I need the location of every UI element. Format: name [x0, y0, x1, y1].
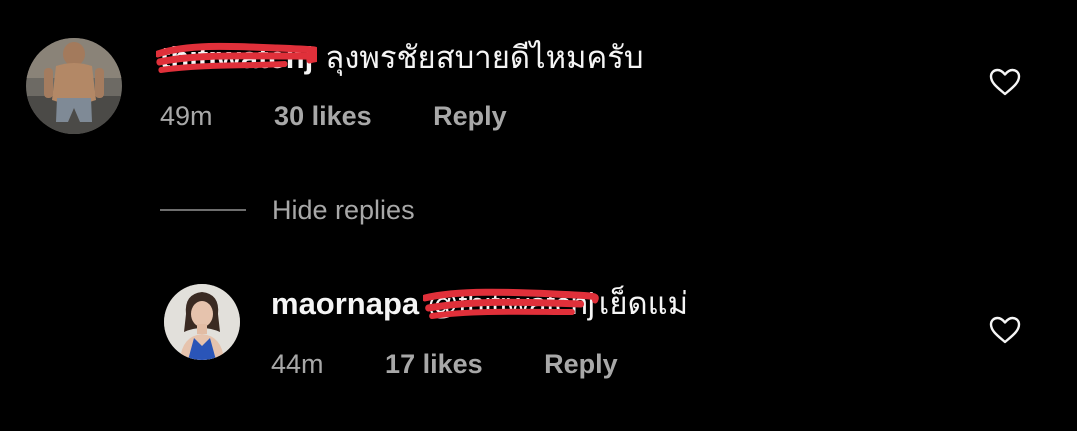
heart-outline-icon[interactable]	[988, 67, 1022, 97]
avatar[interactable]	[26, 38, 122, 134]
divider-line	[160, 209, 246, 211]
likes-count[interactable]: 17 likes	[385, 349, 483, 379]
reply-button[interactable]: Reply	[544, 349, 618, 379]
reply-username[interactable]: maornapa	[271, 286, 419, 321]
mention-redacted[interactable]: @thitiwatchj	[423, 284, 599, 324]
reply-body: เย็ดแม่	[598, 286, 689, 321]
comment-body: ลุงพรชัยสบายดีไหมครับ	[325, 40, 644, 75]
avatar-photo	[26, 38, 122, 134]
reply-meta: 44m 17 likes Reply	[271, 347, 618, 381]
avatar[interactable]	[164, 284, 240, 360]
redaction-scribble	[156, 42, 318, 73]
comment-time: 49m	[160, 101, 213, 131]
reply-button[interactable]: Reply	[433, 101, 507, 131]
comment-text-line: thitiwatchj ลุงพรชัยสบายดีไหมครับ	[156, 38, 644, 78]
username-redacted[interactable]: thitiwatchj	[156, 38, 318, 78]
reply-time: 44m	[271, 349, 324, 379]
comment-item: thitiwatchj ลุงพรชัยสบายดีไหมครับ 49m 30…	[0, 0, 1077, 170]
reply-item: maornapa @thitiwatchj เย็ดแม่ 44m 17 lik…	[0, 270, 1077, 420]
comment-meta: 49m 30 likes Reply	[160, 99, 507, 133]
avatar-photo	[164, 284, 240, 360]
hide-replies-label: Hide replies	[272, 194, 415, 225]
reply-text-line: maornapa @thitiwatchj เย็ดแม่	[271, 284, 688, 324]
hide-replies-button[interactable]: Hide replies	[160, 190, 415, 230]
heart-outline-icon[interactable]	[988, 315, 1022, 345]
redaction-scribble	[423, 288, 599, 319]
likes-count[interactable]: 30 likes	[274, 101, 372, 131]
